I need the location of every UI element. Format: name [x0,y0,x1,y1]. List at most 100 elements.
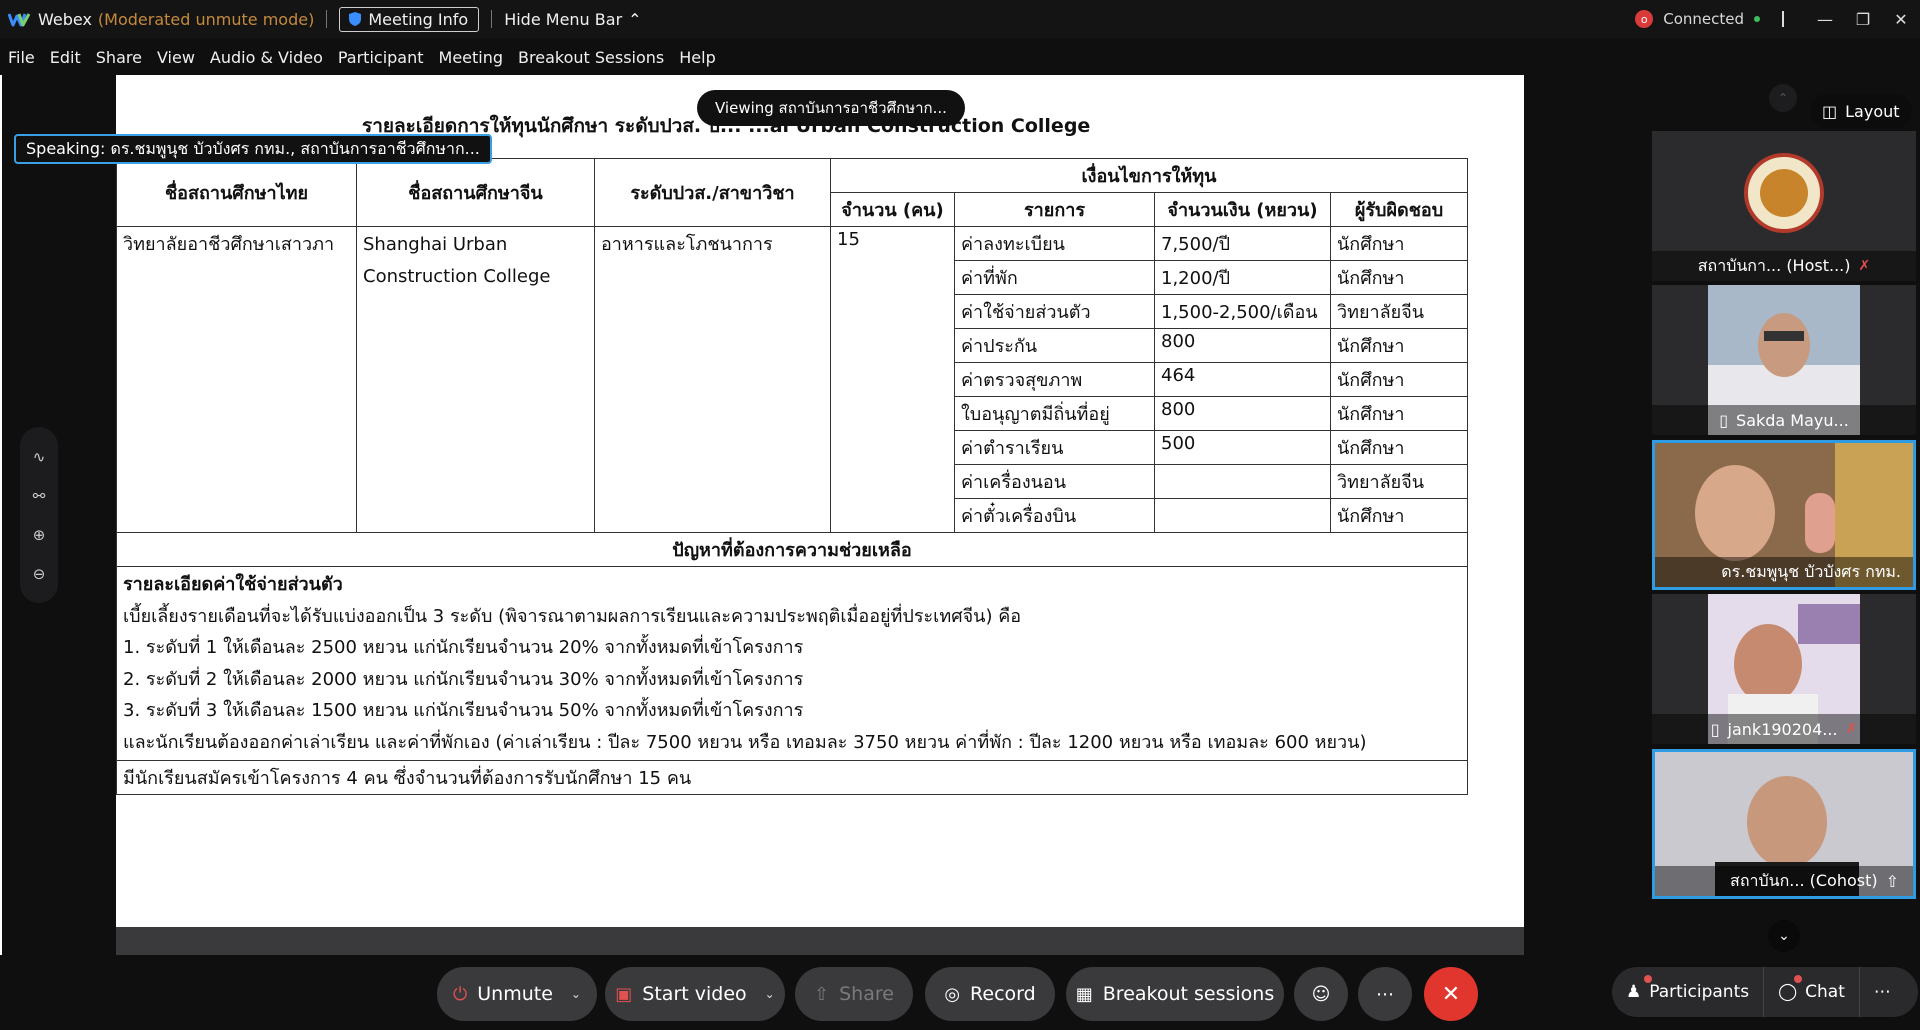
mobile-icon: ▯ [1719,410,1729,430]
notification-dot-icon [1794,975,1803,983]
share-button[interactable]: ⇧ Share [795,967,913,1021]
record-label: Record [970,983,1036,1005]
more-icon: ⋯ [1873,982,1891,1002]
divider [1782,11,1784,27]
header-item: รายการ [954,192,1155,227]
meeting-info-button[interactable]: Meeting Info [339,6,480,32]
header-responsible: ผู้รับผิดชอบ [1330,192,1468,227]
end-call-icon: ✕ [1441,981,1461,1007]
more-options-button[interactable]: ⋯ [1358,967,1412,1021]
menu-file[interactable]: File [8,48,35,67]
layout-button[interactable]: ◫ Layout [1810,94,1912,128]
annotation-toolbar: ∿ ⚯ ⊕ ⊖ [20,427,58,603]
note-line: และนักเรียนต้องออกค่าเล่าเรียน และค่าที่… [123,731,1367,753]
chat-button[interactable]: ◯ Chat [1764,967,1860,1017]
cell-responsible: นักศึกษา [1330,362,1468,397]
mobile-icon: ▯ [1710,719,1720,739]
start-video-button[interactable]: ▣ Start video ⌄ [605,967,785,1021]
note-line: 1. ระดับที่ 1 ให้เดือนละ 2500 หยวน แก่นั… [123,637,804,658]
chevron-up-icon: ⌃ [628,9,642,29]
viewing-indicator[interactable]: Viewing สถาบันการอาชีวศึกษาก... [697,90,965,126]
menu-audio-video[interactable]: Audio & Video [210,48,323,67]
restore-icon[interactable]: ❐ [1844,10,1882,29]
participant-tile[interactable]: ▯ jank190204... ✗ [1652,594,1916,744]
pointer-icon[interactable]: ⚯ [33,487,46,505]
annotate-icon[interactable]: ∿ [33,448,46,466]
menu-share[interactable]: Share [96,48,142,67]
menu-bar: File Edit Share View Audio & Video Parti… [0,40,723,74]
end-call-button[interactable]: ✕ [1424,967,1478,1021]
header-conditions: เงื่อนไขการให้ทุน [830,158,1468,193]
video-off-icon: ▣ [615,983,633,1005]
unmute-label: Unmute [477,983,553,1005]
cell-amount: 1,500-2,500/เดือน [1154,294,1331,329]
scholarship-table: ชื่อสถานศึกษาไทย ชื่อสถานศึกษาจีน ระดับป… [116,158,1468,795]
participant-tile[interactable]: ▯ Sakda Mayu... [1652,285,1916,435]
chat-icon: ◯ [1778,982,1798,1002]
participant-tile[interactable]: สถาบันกา... (Host...) ✗ [1652,131,1916,281]
cell-amount [1154,464,1331,499]
record-icon: ◎ [944,983,961,1005]
panel-more-button[interactable]: ⋯ [1860,967,1905,1017]
unmute-button[interactable]: ⏻ Unmute ⌄ [437,967,597,1021]
breakout-icon: ▦ [1075,983,1093,1005]
cell-item: ค่าที่พัก [954,260,1155,295]
cell-amount: 500 [1154,430,1331,465]
scroll-down-icon[interactable]: ⌄ [1768,920,1800,952]
menu-breakout-sessions[interactable]: Breakout Sessions [518,48,664,67]
layout-icon: ◫ [1822,101,1838,121]
zoom-in-icon[interactable]: ⊕ [33,526,46,544]
menu-meeting[interactable]: Meeting [439,48,504,67]
menu-participant[interactable]: Participant [338,48,424,67]
note-line: 3. ระดับที่ 3 ให้เดือนละ 1500 หยวน แก่นั… [123,700,804,721]
cell-thai-school: วิทยาลัยอาชีวศึกษาเสาวภา [116,226,357,533]
footer-note: มีนักเรียนสมัครเข้าโครงการ 4 คน ซึ่งจำนว… [116,760,1468,795]
participant-tile-active-speaker[interactable]: ดร.ชมพูนุช บัวบังศร กทม. [1652,440,1916,590]
zoom-out-icon[interactable]: ⊖ [33,565,46,583]
reactions-button[interactable]: ☺ [1294,967,1348,1021]
header-level: ระดับปวส./สาขาวิชา [594,158,831,227]
cell-responsible: นักศึกษา [1330,260,1468,295]
cell-amount [1154,498,1331,533]
minimize-icon[interactable]: — [1806,10,1844,29]
header-count: จำนวน (คน) [830,192,955,227]
meeting-info-label: Meeting Info [368,9,469,29]
expense-notes: รายละเอียดค่าใช้จ่ายส่วนตัว เบี้ยเลี้ยงร… [116,566,1468,761]
cell-item: ค่าตั๋วเครื่องบิน [954,498,1155,533]
scroll-up-icon[interactable]: ⌃ [1769,84,1797,112]
cell-item: ค่าตรวจสุขภาพ [954,362,1155,397]
cell-item: ค่าลงทะเบียน [954,226,1155,261]
menu-help[interactable]: Help [679,48,715,67]
cell-item: ค่าประกัน [954,328,1155,363]
recording-indicator-icon[interactable]: o [1635,10,1654,28]
cell-item: ค่าเครื่องนอน [954,464,1155,499]
menu-view[interactable]: View [157,48,195,67]
cell-amount: 1,200/ปี [1154,260,1331,295]
connection-dot-icon [1754,16,1760,22]
divider [326,10,328,28]
layout-label: Layout [1845,101,1900,121]
participant-label: สถาบันก... (Cohost) ⇧ [1655,866,1913,896]
breakout-sessions-button[interactable]: ▦ Breakout sessions [1066,967,1284,1021]
panel-controls: ♟ Participants ◯ Chat ⋯ [1612,967,1918,1017]
chevron-down-icon[interactable]: ⌄ [571,987,581,1001]
menu-edit[interactable]: Edit [50,48,81,67]
chevron-down-icon[interactable]: ⌄ [765,987,775,1001]
webex-logo-icon [8,13,30,27]
notes-title: รายละเอียดค่าใช้จ่ายส่วนตัว [123,574,343,595]
more-icon: ⋯ [1376,983,1394,1005]
unmute-mode-label: (Moderated unmute mode) [97,9,315,29]
cell-responsible: นักศึกษา [1330,396,1468,431]
participants-button[interactable]: ♟ Participants [1612,967,1765,1017]
hide-menu-bar-button[interactable]: Hide Menu Bar ⌃ [504,10,641,29]
connection-status[interactable]: Connected [1663,10,1744,28]
participant-tile[interactable]: สถาบันก... (Cohost) ⇧ [1652,749,1916,899]
record-button[interactable]: ◎ Record [925,967,1055,1021]
close-icon[interactable]: ✕ [1882,10,1920,29]
cell-amount: 800 [1154,396,1331,431]
title-bar: Webex (Moderated unmute mode) Meeting In… [0,0,1920,38]
cell-count: 15 [830,226,955,533]
cell-amount: 7,500/ปี [1154,226,1331,261]
start-video-label: Start video [642,983,747,1005]
window-edge [0,75,2,955]
